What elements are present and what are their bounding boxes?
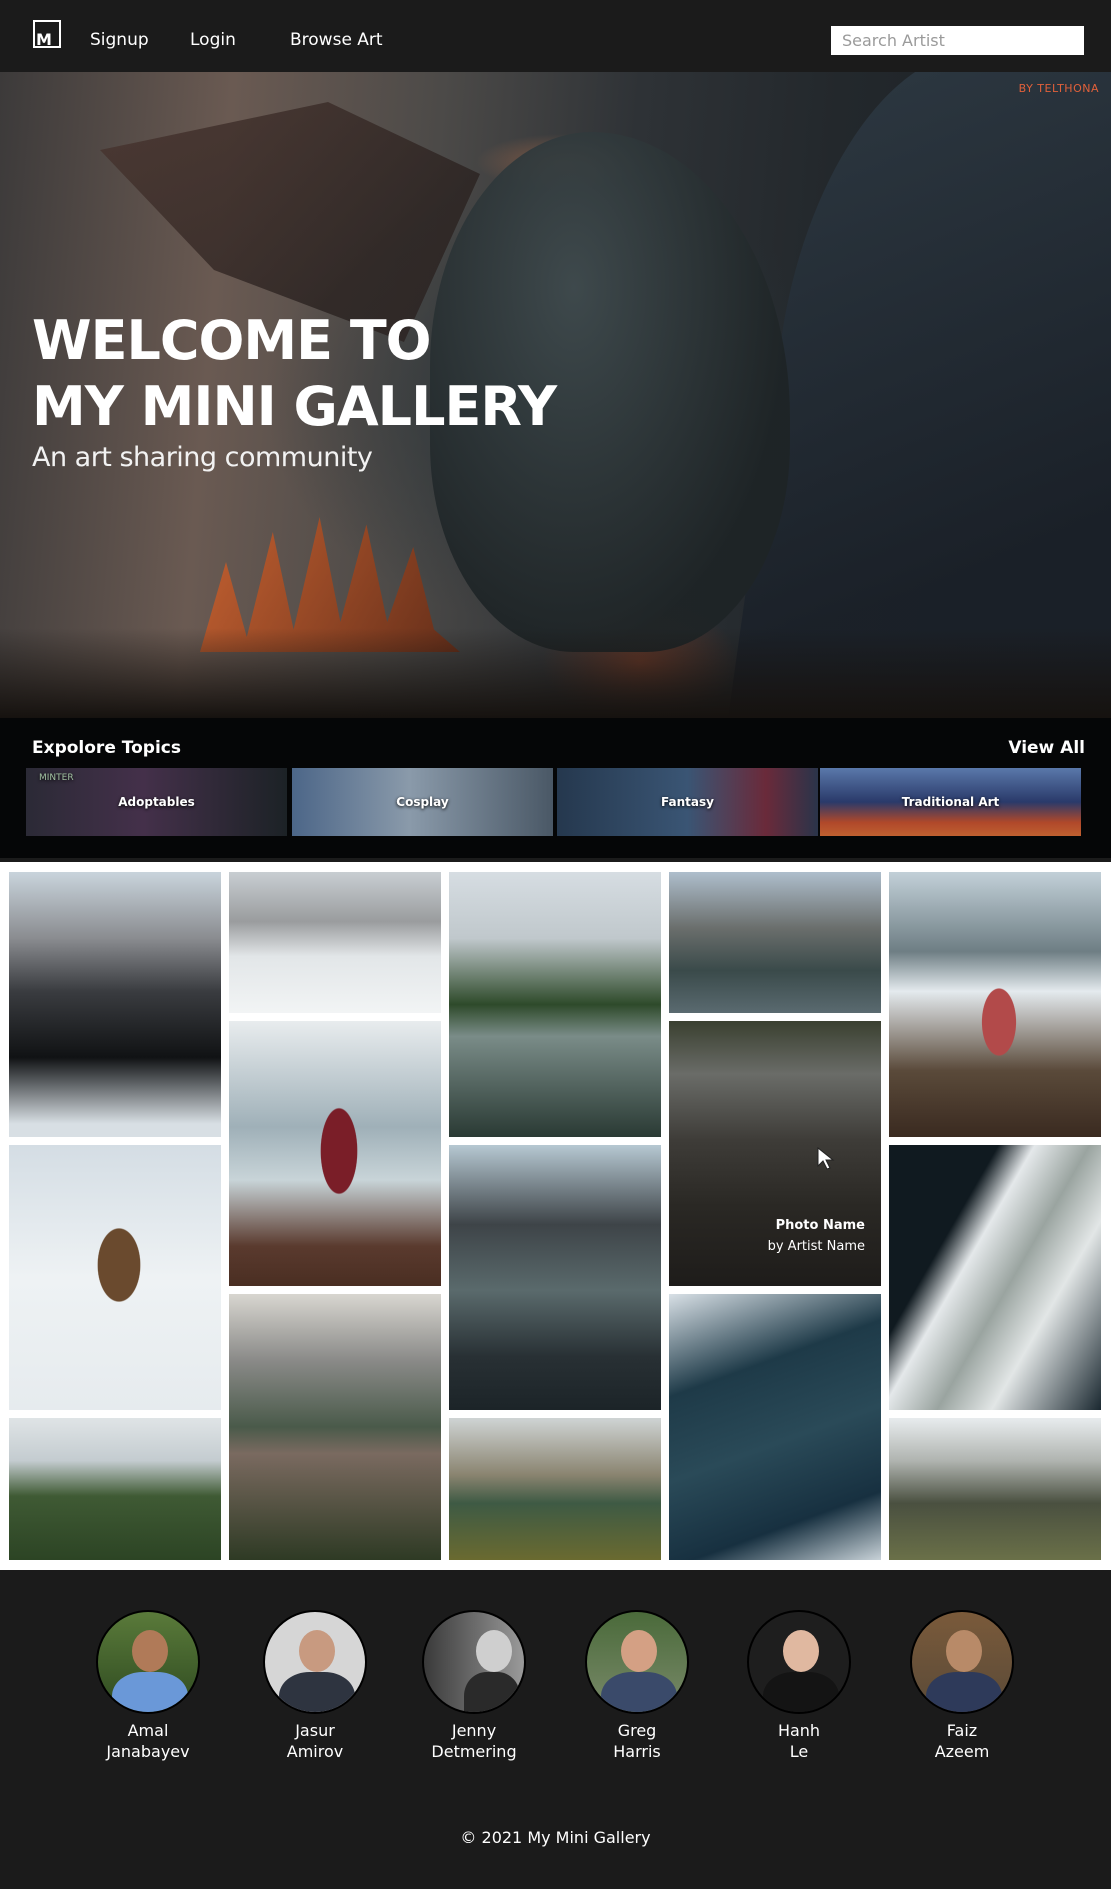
member-first-name: Jasur <box>295 1721 335 1740</box>
member-last-name: Detmering <box>431 1742 517 1761</box>
topic-card-label: Cosplay <box>396 795 449 809</box>
photo-name-label: Photo Name <box>775 1218 865 1233</box>
gallery-photo[interactable] <box>449 872 661 1137</box>
member-first-name: Greg <box>617 1721 657 1740</box>
nav-signup-link[interactable]: Signup <box>90 30 149 50</box>
gallery-photo[interactable] <box>449 1418 661 1560</box>
hero-title: WELCOME TO MY MINI GALLERY <box>32 308 557 440</box>
avatar[interactable] <box>585 1610 689 1714</box>
topic-card-adoptables[interactable]: MINTER Adoptables <box>26 768 287 836</box>
hero-title-line1: WELCOME TO <box>32 309 432 372</box>
photo-gallery-grid: Photo Name by Artist Name <box>0 862 1111 1570</box>
team-member: Jasur Amirov <box>245 1610 385 1762</box>
topic-card-fantasy[interactable]: Fantasy <box>557 768 818 836</box>
team-member: Hanh Le <box>729 1610 869 1762</box>
member-name: Amal Janabayev <box>78 1720 218 1762</box>
topic-card-label: Adoptables <box>118 795 195 809</box>
nav-browse-art-link[interactable]: Browse Art <box>290 30 383 50</box>
team-member: Greg Harris <box>567 1610 707 1762</box>
topic-card-cosplay[interactable]: Cosplay <box>292 768 553 836</box>
hero-ground <box>0 628 1111 718</box>
hero-subtitle: An art sharing community <box>32 442 373 473</box>
gallery-photo[interactable] <box>669 872 881 1013</box>
avatar[interactable] <box>96 1610 200 1714</box>
search-artist-input[interactable] <box>831 26 1084 55</box>
photo-artist-label: by Artist Name <box>767 1239 865 1254</box>
gallery-photo[interactable] <box>9 1418 221 1560</box>
mouse-cursor-icon <box>817 1147 835 1170</box>
member-name: Hanh Le <box>729 1720 869 1762</box>
gallery-photo[interactable] <box>889 872 1101 1137</box>
avatar[interactable] <box>747 1610 851 1714</box>
avatar[interactable] <box>422 1610 526 1714</box>
avatar[interactable] <box>263 1610 367 1714</box>
member-first-name: Hanh <box>777 1721 821 1740</box>
member-name: Greg Harris <box>567 1720 707 1762</box>
gallery-photo[interactable] <box>229 1294 441 1560</box>
hero-dragon-wing <box>100 102 480 342</box>
logo-letter: M <box>36 30 52 49</box>
gallery-photo[interactable] <box>889 1145 1101 1410</box>
team-member: Amal Janabayev <box>78 1610 218 1762</box>
topic-card-tag: MINTER <box>39 773 74 783</box>
gallery-photo[interactable] <box>889 1418 1101 1560</box>
member-last-name: Azeem <box>934 1742 990 1761</box>
hero-title-line2: MY MINI GALLERY <box>32 375 557 438</box>
member-last-name: Amirov <box>286 1742 344 1761</box>
explore-topics-section: Expolore Topics View All MINTER Adoptabl… <box>0 718 1111 858</box>
member-last-name: Harris <box>613 1742 661 1761</box>
member-name: Faiz Azeem <box>892 1720 1032 1762</box>
gallery-photo-hovered[interactable]: Photo Name by Artist Name <box>669 1021 881 1286</box>
nav-login-link[interactable]: Login <box>190 30 236 50</box>
navbar: M Signup Login Browse Art <box>0 0 1111 72</box>
explore-topics-heading: Expolore Topics <box>32 738 181 758</box>
member-name: Jasur Amirov <box>245 1720 385 1762</box>
topic-card-label: Traditional Art <box>901 795 1000 809</box>
topic-card-label: Fantasy <box>661 795 714 809</box>
view-all-link[interactable]: View All <box>1008 738 1085 758</box>
topic-card-traditional-art[interactable]: Traditional Art <box>820 768 1081 836</box>
team-member: Faiz Azeem <box>892 1610 1032 1762</box>
member-first-name: Jenny <box>451 1721 497 1740</box>
gallery-photo[interactable] <box>449 1145 661 1410</box>
member-first-name: Faiz <box>946 1721 978 1740</box>
gallery-photo[interactable] <box>9 1145 221 1410</box>
avatar[interactable] <box>910 1610 1014 1714</box>
site-logo[interactable]: M <box>33 20 61 49</box>
footer-copyright: © 2021 My Mini Gallery <box>460 1828 651 1847</box>
member-last-name: Le <box>789 1742 809 1761</box>
member-name: Jenny Detmering <box>404 1720 544 1762</box>
member-last-name: Janabayev <box>106 1742 190 1761</box>
gallery-photo[interactable] <box>229 1021 441 1286</box>
gallery-photo[interactable] <box>669 1294 881 1560</box>
hero-banner: BY TELTHONA WELCOME TO MY MINI GALLERY A… <box>0 72 1111 718</box>
team-member: Jenny Detmering <box>404 1610 544 1762</box>
gallery-photo[interactable] <box>9 872 221 1137</box>
gallery-photo[interactable] <box>229 872 441 1013</box>
artist-watermark: BY TELTHONA <box>1018 82 1099 95</box>
member-first-name: Amal <box>127 1721 169 1740</box>
